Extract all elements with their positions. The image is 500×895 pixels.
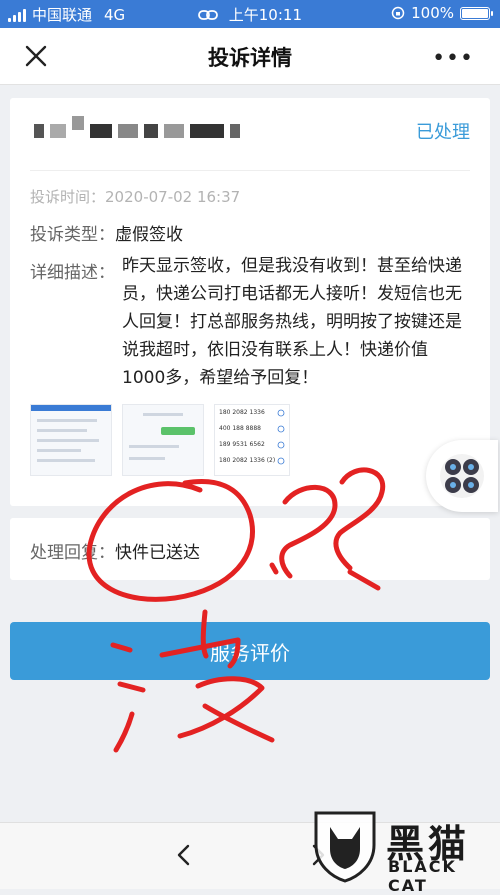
time-value: 2020-07-02 16:37 — [105, 188, 241, 206]
time-label: 投诉时间： — [30, 188, 106, 206]
reply-row: 处理回复：快件已送达 — [30, 538, 200, 563]
phone-4: 180 2082 1336 (2) — [219, 457, 276, 464]
floating-assistant-button[interactable] — [426, 440, 498, 512]
reply-label: 处理回复： — [30, 543, 115, 563]
thumb-line — [37, 419, 97, 422]
back-arrow-icon[interactable] — [172, 843, 196, 867]
desc-text: 昨天显示签收，但是我没有收到！甚至给快递员，快递公司打电话都无人接听！发短信也无… — [122, 256, 462, 388]
attachment-thumb-2[interactable] — [122, 404, 204, 476]
status-bar: 中国联通 4G 上午10:11 100% — [0, 0, 500, 28]
info-icon — [277, 409, 285, 465]
desc-label: 详细描述： — [30, 263, 115, 283]
redacted-name — [34, 116, 246, 138]
type-label: 投诉类型： — [30, 225, 115, 245]
reply-value: 快件已送达 — [115, 543, 200, 563]
status-right: 100% — [391, 4, 493, 22]
black-cat-shield-icon — [314, 811, 376, 883]
phone-1: 180 2082 1336 — [219, 409, 265, 416]
reply-card: 处理回复：快件已送达 — [10, 518, 490, 580]
attachment-thumb-3[interactable]: 180 2082 1336 400 188 8888 189 9531 6562… — [214, 404, 290, 476]
type-value: 虚假签收 — [115, 225, 183, 245]
complaint-desc-row: 详细描述： 昨天显示签收，但是我没有收到！甚至给快递员，快递公司打电话都无人接听… — [30, 256, 462, 392]
thumb-line — [129, 457, 165, 460]
thumb-line — [37, 439, 99, 442]
attachment-thumbnails: 180 2082 1336 400 188 8888 189 9531 6562… — [30, 404, 290, 476]
rotation-lock-icon — [391, 6, 405, 20]
complaint-time-row: 投诉时间：2020-07-02 16:37 — [30, 186, 240, 207]
page-title: 投诉详情 — [208, 46, 292, 70]
complaint-card: 已处理 投诉时间：2020-07-02 16:37 投诉类型：虚假签收 详细描述… — [10, 98, 490, 506]
thumb-line — [37, 459, 95, 462]
thumb-header — [31, 405, 111, 411]
phone-2: 400 188 8888 — [219, 425, 261, 432]
thumb-bubble — [161, 427, 195, 435]
thumb-line — [37, 449, 81, 452]
watermark-en: BLACK CAT — [388, 857, 457, 895]
more-options-button[interactable]: ••• — [432, 46, 474, 71]
watermark-logo: 黑猫 BLACK CAT — [310, 809, 492, 895]
battery-percent: 100% — [411, 4, 454, 22]
battery-icon — [460, 6, 493, 20]
clock-label: 上午10:11 — [228, 6, 302, 24]
service-rating-button[interactable]: 服务评价 — [10, 622, 490, 680]
phone-3: 189 9531 6562 — [219, 441, 265, 448]
nav-bar: 投诉详情 ••• — [0, 28, 500, 85]
thumb-line — [37, 429, 87, 432]
complaint-type-row: 投诉类型：虚假签收 — [30, 220, 183, 245]
multi-circle-icon — [440, 454, 484, 498]
attachment-thumb-1[interactable] — [30, 404, 112, 476]
divider — [30, 170, 470, 171]
status-badge: 已处理 — [416, 122, 470, 143]
thumb-line — [129, 445, 179, 448]
thumb-line — [143, 413, 183, 416]
link-icon — [198, 10, 218, 20]
